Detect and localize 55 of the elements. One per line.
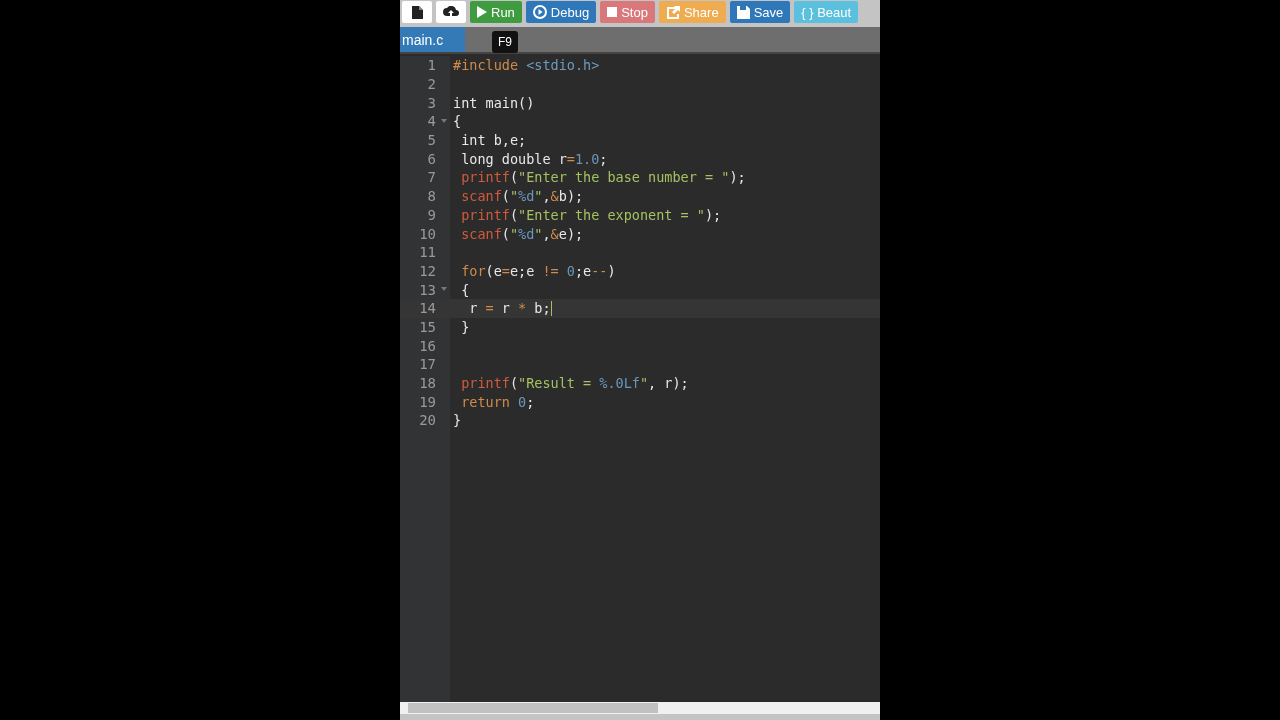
line-number: 14 [400, 298, 450, 318]
play-circle-icon [532, 5, 547, 19]
beautify-button[interactable]: { } Beaut [794, 1, 859, 23]
code-line: } [460, 318, 470, 335]
stop-button[interactable]: Stop [600, 1, 655, 23]
line-number: 5 [426, 131, 437, 150]
fold-arrow-icon[interactable] [441, 287, 447, 292]
line-number: 9 [426, 205, 437, 225]
line-number: 6 [426, 149, 437, 169]
code-line: printf("Enter the base number = "); [460, 169, 746, 186]
line-number: 10 [418, 224, 437, 243]
code-line: scanf("%d",&e); [460, 225, 584, 242]
share-icon [665, 5, 680, 19]
code-line: printf("Enter the exponent = "); [460, 206, 722, 223]
file-icon [411, 5, 423, 19]
cloud-upload-icon [443, 5, 459, 19]
line-number: 20 [418, 411, 437, 430]
line-number: 17 [418, 355, 437, 374]
line-number: 3 [426, 93, 437, 113]
code-line: scanf("%d",&b); [460, 188, 584, 205]
file-tab[interactable]: main.c [400, 27, 466, 52]
line-number: 7 [426, 168, 437, 187]
line-number: 19 [418, 392, 437, 412]
play-icon [477, 6, 487, 18]
save-button[interactable]: Save [729, 1, 791, 23]
code-line: r = r * b; [468, 300, 551, 317]
line-number: 1 [426, 56, 437, 75]
line-number: 2 [426, 75, 437, 94]
upload-button[interactable] [436, 1, 466, 23]
code-line: printf("Result = %.0Lf", r); [460, 375, 689, 392]
code-line: int b,e; [460, 132, 527, 149]
horizontal-scrollbar[interactable] [400, 702, 880, 714]
line-number: 12 [418, 261, 437, 281]
fold-arrow-icon[interactable] [441, 119, 447, 124]
code-line: int main() [453, 94, 535, 111]
line-number: 8 [426, 187, 437, 206]
line-number: 15 [418, 317, 437, 337]
code-line: for(e=e;e != 0;e--) [460, 262, 616, 279]
line-number: 11 [418, 243, 437, 262]
line-number: 4 [400, 112, 450, 131]
new-file-button[interactable] [402, 1, 432, 23]
line-number: 13 [400, 280, 450, 299]
line-number: 18 [418, 374, 437, 393]
line-number: 16 [418, 336, 437, 355]
code-line: { [460, 281, 470, 298]
code-line: { [453, 113, 462, 130]
code-line: return 0; [460, 393, 535, 410]
code-line: long double r=1.0; [460, 150, 608, 167]
debug-button[interactable]: Debug [525, 1, 597, 23]
run-button[interactable]: Run [470, 1, 522, 23]
code-line: } [453, 412, 462, 429]
code-line: #include <stdio.h> [453, 57, 600, 74]
stop-icon [607, 7, 618, 17]
share-button[interactable]: Share [658, 1, 726, 23]
shortcut-tooltip: F9 [492, 31, 518, 53]
